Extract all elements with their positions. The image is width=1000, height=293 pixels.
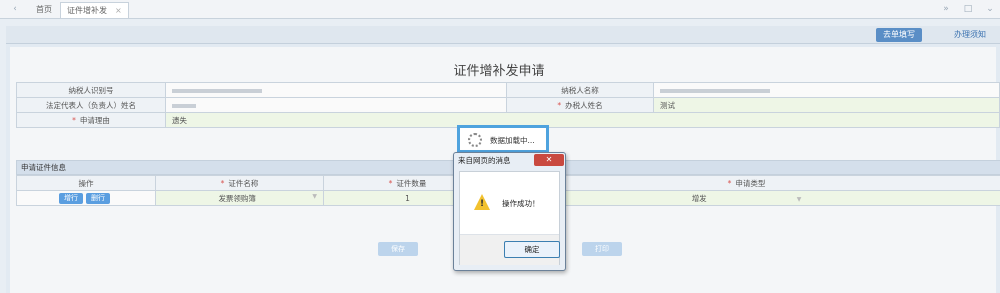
apply-type-select[interactable]: 增发 ▼ <box>491 190 1000 206</box>
fill-form-button[interactable]: 去单填写 <box>876 28 922 42</box>
delete-row-button[interactable]: 删行 <box>86 192 110 204</box>
applicant-info-table: 纳税人识别号 纳税人名称 法定代表人（负责人）姓名 * 办税人姓名 测试 * 申请理… <box>16 82 1000 128</box>
top-toolbar: 去单填写 办理须知 <box>6 26 1000 44</box>
cert-name-select[interactable]: 发票领购簿 ▼ <box>155 190 324 206</box>
dialog-message: 操作成功！ <box>502 199 540 208</box>
close-icon[interactable]: ✕ <box>534 154 564 166</box>
add-row-button[interactable]: 增行 <box>59 192 83 204</box>
required-mark: * <box>72 115 76 125</box>
restore-icon[interactable]: □ <box>958 0 978 18</box>
select-value: 增发 <box>691 193 707 203</box>
chevron-down-icon: ▼ <box>796 195 802 203</box>
message-dialog: 来自网页的消息 ✕ ! 操作成功！ 确定 <box>453 152 566 271</box>
chevron-down-icon: ▼ <box>312 192 317 200</box>
col-label: 申请类型 <box>735 178 766 188</box>
legal-rep-value <box>165 97 507 113</box>
handler-input[interactable]: 测试 <box>653 97 1000 113</box>
col-apply-type: * 申请类型 <box>491 175 1000 191</box>
tab-home[interactable]: 首页 <box>30 2 58 17</box>
loading-text: 数据加载中... <box>490 136 535 145</box>
reason-label: 申请理由 <box>79 115 110 125</box>
more-icon[interactable]: ⌄ <box>980 0 1000 18</box>
col-label: 证件数量 <box>396 178 427 188</box>
tab-label: 证件增补发 <box>67 6 107 15</box>
page-title: 证件增补发申请 <box>453 64 545 79</box>
reason-label-cell: * 申请理由 <box>16 112 166 128</box>
dialog-body: ! 操作成功！ 确定 <box>459 171 560 265</box>
tab-close-icon[interactable]: × <box>115 6 122 15</box>
taxpayer-name-label: 纳税人名称 <box>506 82 654 98</box>
save-button[interactable]: 保存 <box>378 242 418 256</box>
loading-popup: 数据加载中... <box>457 125 549 153</box>
col-label: 证件名称 <box>228 178 259 188</box>
select-value: 发票领购簿 <box>218 193 256 203</box>
handler-label: 办税人姓名 <box>565 100 603 110</box>
masked-value <box>172 103 196 108</box>
ok-button[interactable]: 确定 <box>504 241 560 258</box>
required-mark: * <box>727 178 732 188</box>
tab-scroll-left-icon[interactable]: ‹ <box>6 0 24 18</box>
required-mark: * <box>388 178 393 188</box>
tab-cert-supplement[interactable]: 证件增补发 × <box>60 2 129 18</box>
dialog-title: 来自网页的消息 <box>458 156 511 165</box>
notice-button[interactable]: 办理须知 <box>946 28 994 42</box>
print-button[interactable]: 打印 <box>582 242 622 256</box>
taxpayer-id-value <box>165 82 507 98</box>
legal-rep-label: 法定代表人（负责人）姓名 <box>16 97 166 113</box>
col-cert-name: * 证件名称 <box>155 175 324 191</box>
required-mark: * <box>220 178 225 188</box>
required-mark: * <box>557 100 562 110</box>
masked-value <box>660 88 770 93</box>
col-action: 操作 <box>16 175 156 191</box>
tab-scroll-right-icon[interactable]: » <box>936 0 956 18</box>
taxpayer-id-label: 纳税人识别号 <box>16 82 166 98</box>
row-actions: 增行 删行 <box>16 190 156 206</box>
masked-value <box>172 88 262 93</box>
reason-input[interactable]: 遗失 <box>165 112 1000 128</box>
handler-label-cell: * 办税人姓名 <box>506 97 654 113</box>
tab-bar: ‹ 首页 证件增补发 × » □ ⌄ <box>0 0 1000 19</box>
taxpayer-name-value <box>653 82 1000 98</box>
warning-mark: ! <box>480 199 485 209</box>
spinner-icon <box>468 133 482 147</box>
